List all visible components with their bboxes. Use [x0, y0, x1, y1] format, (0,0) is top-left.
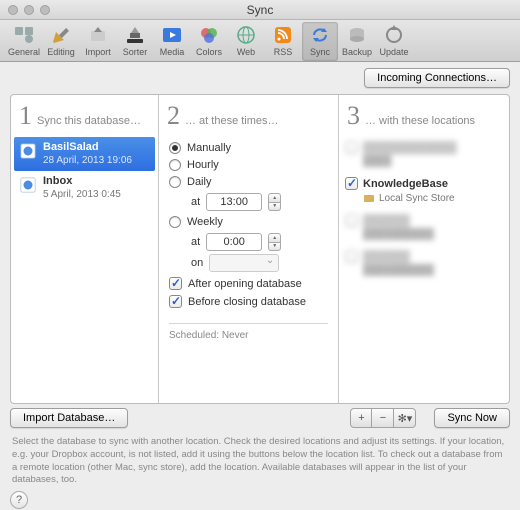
tab-colors[interactable]: Colors [191, 22, 227, 61]
radio-weekly[interactable]: Weekly [169, 216, 328, 228]
pane-locations: 3 … with these locations ████████████ ██… [339, 95, 509, 403]
location-item-knowledgebase[interactable]: KnowledgeBase Local Sync Store [345, 177, 503, 204]
scheduled-status: Scheduled: Never [169, 323, 328, 347]
tab-update[interactable]: Update [376, 22, 412, 61]
radio-icon [169, 142, 181, 154]
daily-time-field[interactable]: 13:00 [206, 193, 262, 211]
tab-backup[interactable]: Backup [339, 22, 375, 61]
pane-databases: 1 Sync this database… BasilSalad28 April… [11, 95, 159, 403]
sync-panes: 1 Sync this database… BasilSalad28 April… [10, 94, 510, 404]
radio-daily[interactable]: Daily [169, 176, 328, 188]
titlebar: Sync [0, 0, 520, 20]
checkbox-icon [345, 141, 358, 154]
sync-now-button[interactable]: Sync Now [434, 408, 510, 428]
remove-location-button[interactable]: − [372, 408, 394, 428]
step-3-number: 3 [347, 101, 360, 131]
window-title: Sync [0, 3, 520, 17]
step-1-number: 1 [19, 101, 32, 131]
location-settings-button[interactable]: ✻▾ [394, 408, 416, 428]
step-1-label: Sync this database… [37, 115, 141, 127]
radio-icon [169, 176, 181, 188]
radio-icon [169, 159, 181, 171]
preferences-toolbar: General Editing Import Sorter Media Colo… [0, 20, 520, 62]
check-before-closing[interactable]: Before closing database [169, 295, 328, 308]
checkbox-icon [345, 177, 358, 190]
database-icon [19, 176, 37, 194]
checkbox-icon [345, 250, 358, 263]
checkbox-icon [169, 277, 182, 290]
database-list[interactable]: BasilSalad28 April, 2013 19:06 Inbox5 Ap… [14, 137, 155, 206]
radio-icon [169, 216, 181, 228]
checkbox-icon [169, 295, 182, 308]
tab-sync[interactable]: Sync [302, 22, 338, 61]
help-text: Select the database to sync with another… [12, 436, 508, 487]
radio-hourly[interactable]: Hourly [169, 159, 328, 171]
weekly-day-select[interactable] [209, 254, 279, 272]
database-item-basilsalad[interactable]: BasilSalad28 April, 2013 19:06 [14, 137, 155, 171]
tab-sorter[interactable]: Sorter [117, 22, 153, 61]
pane-schedule: 2 … at these times… Manually Hourly Dail… [159, 95, 339, 403]
database-item-inbox[interactable]: Inbox5 April, 2013 0:45 [14, 171, 155, 205]
location-item-redacted[interactable]: ████████████ ████ [345, 141, 503, 167]
tab-media[interactable]: Media [154, 22, 190, 61]
weekly-time-field[interactable]: 0:00 [206, 233, 262, 251]
checkbox-icon [345, 214, 358, 227]
radio-manually[interactable]: Manually [169, 142, 328, 154]
help-button[interactable]: ? [10, 491, 28, 509]
tab-import[interactable]: Import [80, 22, 116, 61]
database-icon [19, 142, 37, 160]
weekly-time-stepper[interactable]: ▲▼ [268, 233, 281, 251]
check-after-opening[interactable]: After opening database [169, 277, 328, 290]
tab-general[interactable]: General [6, 22, 42, 61]
tab-rss[interactable]: RSS [265, 22, 301, 61]
location-item-redacted[interactable]: ██████ ██████████ [345, 214, 503, 240]
location-item-redacted[interactable]: ██████ ██████████ [345, 250, 503, 276]
bottom-bar: Import Database… + − ✻▾ Sync Now [10, 408, 510, 428]
add-location-button[interactable]: + [350, 408, 372, 428]
folder-icon [363, 192, 375, 204]
step-2-label: … at these times… [185, 115, 279, 127]
incoming-connections-button[interactable]: Incoming Connections… [364, 68, 510, 88]
daily-time-stepper[interactable]: ▲▼ [268, 193, 281, 211]
step-2-number: 2 [167, 101, 180, 131]
step-3-label: … with these locations [365, 115, 475, 127]
tab-editing[interactable]: Editing [43, 22, 79, 61]
import-database-button[interactable]: Import Database… [10, 408, 128, 428]
location-list[interactable]: ████████████ ████ KnowledgeBase Local Sy… [345, 137, 503, 286]
tab-web[interactable]: Web [228, 22, 264, 61]
